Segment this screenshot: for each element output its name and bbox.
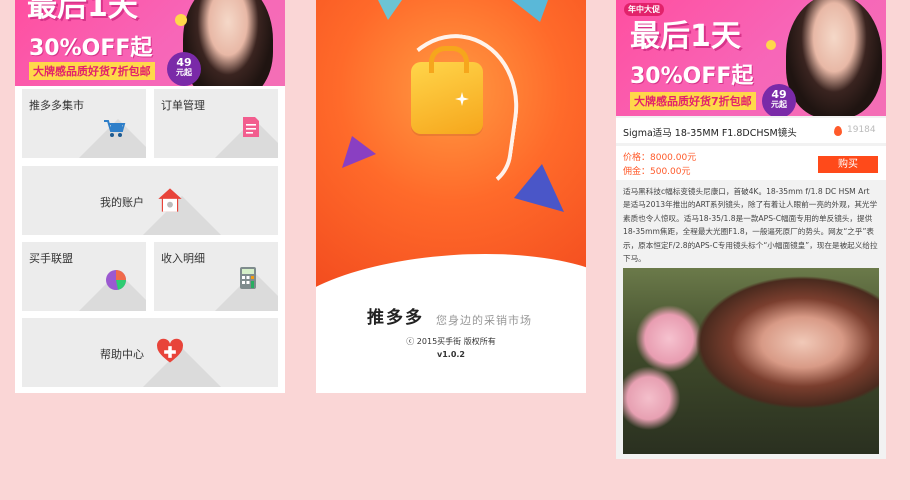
home-icon [158,188,182,212]
product-title-row: Sigma适马 18-35MM F1.8DCHSM镜头 19184 [616,118,886,143]
price-box: 价格：8000.00元 佣金：500.00元 购买 [616,146,886,180]
promo-banner[interactable]: 年中大促 最后1天 30%OFF起 大牌感品质好货7折包邮 49 元起 [616,0,886,116]
heart-plus-icon [157,338,183,363]
price-badge: 49 元起 [762,84,796,116]
triangle-decor-icon [342,136,376,168]
tile-label: 我的账户 [100,196,144,209]
tile-account[interactable]: 我的账户 [22,166,278,235]
triangle-decor-icon [512,0,548,22]
tile-shadow [190,272,278,311]
badge-price: 49 [771,88,787,101]
decor-dot [175,14,187,26]
tile-shadow [54,272,146,311]
tile-shadow [54,119,146,158]
tile-label: 收入明细 [161,252,205,265]
badge-unit: 元起 [176,67,192,77]
tile-market[interactable]: 推多多集市 [22,89,146,158]
shopping-bag-icon [411,46,483,134]
phone-splash-screen: 推多多 您身边的采销市场 ⓒ 2015买手街 版权所有 v1.0.2 [316,0,586,393]
shopping-cart-icon [104,120,126,137]
badge-price: 49 [176,56,192,69]
tile-label: 帮助中心 [100,348,144,361]
app-name: 推多多 [367,308,424,328]
badge-unit: 元起 [771,99,787,109]
model-photo [786,0,882,116]
tile-buyer-alliance[interactable]: 买手联盟 [22,242,146,311]
pie-chart-icon [106,270,126,290]
buy-button[interactable]: 购买 [818,156,878,173]
price-text: 价格：8000.00元 [623,153,697,163]
banner-strip: 大牌感品质好货7折包邮 [630,92,756,110]
copyright-text: ⓒ 2015买手街 版权所有 [406,337,496,346]
product-title: Sigma适马 18-35MM F1.8DCHSM镜头 [623,128,797,139]
view-count: 19184 [847,125,876,135]
phone-product-screen: 年中大促 最后1天 30%OFF起 大牌感品质好货7折包邮 49 元起 Sigm… [616,0,886,459]
fire-icon [834,126,842,136]
tile-orders[interactable]: 订单管理 [154,89,278,158]
product-description: 适马黑科技c幅标变镜头尼康口，首破4K。18-35mm f/1.8 DC HSM… [623,187,878,264]
banner-headline-1: 最后1天 [27,0,138,24]
triangle-decor-icon [378,0,402,20]
promo-banner[interactable]: 最后1天 30%OFF起 大牌感品质好货7折包邮 49 元起 [15,0,285,86]
tile-label: 推多多集市 [29,99,84,112]
calculator-icon [240,267,256,289]
banner-strip: 大牌感品质好货7折包邮 [29,62,155,80]
triangle-decor-icon [514,164,564,212]
banner-headline-2: 30%OFF起 [630,64,754,89]
banner-headline-1: 最后1天 [630,19,741,54]
commission-text: 佣金：500.00元 [623,167,691,177]
event-tag: 年中大促 [624,3,664,16]
tile-help[interactable]: 帮助中心 [22,318,278,387]
version-text: v1.0.2 [437,350,465,359]
banner-headline-2: 30%OFF起 [29,36,153,61]
product-photo [623,268,879,454]
decor-dot [766,40,776,50]
tile-label: 订单管理 [161,99,205,112]
price-badge: 49 元起 [167,52,201,86]
sparkle-icon [455,92,469,106]
tile-shadow [190,119,278,158]
document-icon [243,117,259,137]
phone-menu-screen: 最后1天 30%OFF起 大牌感品质好货7折包邮 49 元起 推多多集市 订单管… [15,0,285,393]
tile-income[interactable]: 收入明细 [154,242,278,311]
app-slogan: 您身边的采销市场 [436,314,532,327]
tile-label: 买手联盟 [29,252,73,265]
